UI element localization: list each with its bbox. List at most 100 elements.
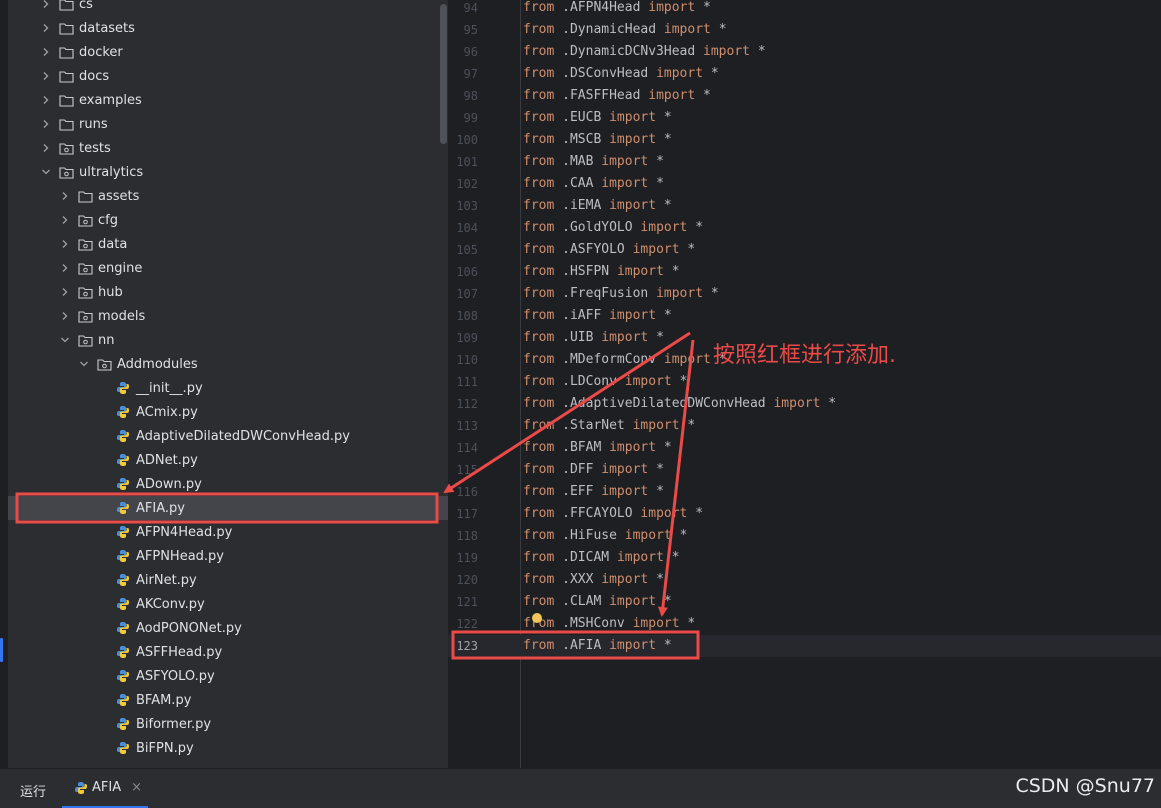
chevron-right-icon[interactable] (41, 47, 51, 57)
tree-folder-item[interactable]: assets (8, 184, 448, 208)
python-file-icon (116, 477, 132, 491)
tree-folder-item[interactable]: nn (8, 328, 448, 352)
chevron-down-icon[interactable] (60, 335, 70, 345)
module-name: .CAA (562, 176, 594, 191)
code-text: from .LDConv import * (523, 371, 687, 393)
code-line[interactable]: 123 from .AFIA import * (448, 635, 1161, 657)
code-line[interactable]: 96 from .DynamicDCNv3Head import * (448, 41, 1161, 63)
tree-folder-item[interactable]: cfg (8, 208, 448, 232)
tree-folder-item[interactable]: cs (8, 0, 448, 16)
code-line[interactable]: 115 from .DFF import * (448, 459, 1161, 481)
run-tab-afia[interactable]: AFIA × (62, 769, 148, 808)
line-number: 95 (463, 23, 478, 37)
tree-file-item[interactable]: Biformer.py (8, 712, 448, 736)
tree-folder-item[interactable]: engine (8, 256, 448, 280)
tree-file-item[interactable]: BFAM.py (8, 688, 448, 712)
tree-file-item[interactable]: AKConv.py (8, 592, 448, 616)
code-line[interactable]: 102 from .CAA import * (448, 173, 1161, 195)
tree-file-item[interactable]: BiFPN.py (8, 736, 448, 760)
tree-folder-item[interactable]: examples (8, 88, 448, 112)
code-line[interactable]: 99 from .EUCB import * (448, 107, 1161, 129)
code-line[interactable]: 94 from .AFPN4Head import * (448, 0, 1161, 19)
code-line[interactable]: 105 from .ASFYOLO import * (448, 239, 1161, 261)
chevron-down-icon[interactable] (41, 167, 51, 177)
code-line[interactable]: 117 from .FFCAYOLO import * (448, 503, 1161, 525)
tree-folder-item[interactable]: docs (8, 64, 448, 88)
line-number: 107 (456, 287, 478, 301)
chevron-right-icon[interactable] (60, 311, 70, 321)
tree-folder-item[interactable]: ultralytics (8, 160, 448, 184)
code-line[interactable]: 122 from .MSHConv import * (448, 613, 1161, 635)
code-line[interactable]: 112 from .AdaptiveDilatedDWConvHead impor… (448, 393, 1161, 415)
project-tree[interactable]: cs datasets docker docs examples runs tests ult… (8, 0, 448, 768)
tree-item-label: docs (79, 68, 110, 84)
code-line[interactable]: 106 from .HSFPN import * (448, 261, 1161, 283)
python-file-icon (116, 621, 132, 635)
code-text: from .MDeformConv import * (523, 349, 727, 371)
tree-file-item[interactable]: AdaptiveDilatedDWConvHead.py (8, 424, 448, 448)
chevron-right-icon[interactable] (41, 23, 51, 33)
tree-file-item[interactable]: ADNet.py (8, 448, 448, 472)
chevron-right-icon[interactable] (60, 287, 70, 297)
python-file-icon (116, 549, 132, 563)
chevron-right-icon[interactable] (41, 0, 51, 9)
code-line[interactable]: 95 from .DynamicHead import * (448, 19, 1161, 41)
code-line[interactable]: 104 from .GoldYOLO import * (448, 217, 1161, 239)
tree-scrollbar[interactable] (440, 4, 447, 144)
chevron-down-icon[interactable] (79, 359, 89, 369)
run-tool-label[interactable]: 运行 (20, 781, 46, 800)
code-editor[interactable]: 94 from .AFPN4Head import * 95 from .Dynami… (448, 0, 1161, 768)
tree-folder-item[interactable]: docker (8, 40, 448, 64)
tree-folder-item[interactable]: models (8, 304, 448, 328)
chevron-right-icon[interactable] (60, 215, 70, 225)
tree-file-item[interactable]: AFIA.py (8, 496, 448, 520)
code-line[interactable]: 111 from .LDConv import * (448, 371, 1161, 393)
tree-folder-item[interactable]: datasets (8, 16, 448, 40)
module-name: .DynamicHead (562, 22, 657, 37)
tree-folder-item[interactable]: runs (8, 112, 448, 136)
chevron-right-icon[interactable] (60, 191, 70, 201)
tree-folder-item[interactable]: data (8, 232, 448, 256)
tree-file-item[interactable]: __init__.py (8, 376, 448, 400)
tree-file-item[interactable]: ASFYOLO.py (8, 664, 448, 688)
chevron-right-icon[interactable] (60, 263, 70, 273)
tree-file-item[interactable]: AFPNHead.py (8, 544, 448, 568)
code-line[interactable]: 120 from .XXX import * (448, 569, 1161, 591)
line-number: 120 (456, 573, 478, 587)
chevron-right-icon[interactable] (41, 71, 51, 81)
tree-folder-item[interactable]: tests (8, 136, 448, 160)
chevron-right-icon[interactable] (41, 143, 51, 153)
line-number: 114 (456, 441, 478, 455)
wildcard-star: * (656, 462, 664, 477)
code-line[interactable]: 108 from .iAFF import * (448, 305, 1161, 327)
chevron-right-icon[interactable] (41, 95, 51, 105)
tree-file-item[interactable]: AFPN4Head.py (8, 520, 448, 544)
tree-folder-item[interactable]: Addmodules (8, 352, 448, 376)
code-line[interactable]: 121 from .CLAM import * (448, 591, 1161, 613)
code-line[interactable]: 101 from .MAB import * (448, 151, 1161, 173)
keyword-import: import (609, 594, 657, 609)
tree-file-item[interactable]: AodPONONet.py (8, 616, 448, 640)
code-line[interactable]: 107 from .FreqFusion import * (448, 283, 1161, 305)
close-icon[interactable]: × (131, 780, 142, 795)
code-line[interactable]: 114 from .BFAM import * (448, 437, 1161, 459)
code-line[interactable]: 119 from .DICAM import * (448, 547, 1161, 569)
code-line[interactable]: 97 from .DSConvHead import * (448, 63, 1161, 85)
code-line[interactable]: 98 from .FASFFHead import * (448, 85, 1161, 107)
chevron-right-icon[interactable] (60, 239, 70, 249)
code-line[interactable]: 103 from .iEMA import * (448, 195, 1161, 217)
chevron-right-icon[interactable] (41, 119, 51, 129)
tree-folder-item[interactable]: hub (8, 280, 448, 304)
tree-file-item[interactable]: ACmix.py (8, 400, 448, 424)
code-line[interactable]: 116 from .EFF import * (448, 481, 1161, 503)
tree-file-item[interactable]: AirNet.py (8, 568, 448, 592)
tree-file-item[interactable]: ASFFHead.py (8, 640, 448, 664)
wildcard-star: * (703, 0, 711, 15)
tree-file-item[interactable]: ADown.py (8, 472, 448, 496)
line-number: 94 (463, 1, 478, 15)
code-line[interactable]: 118 from .HiFuse import * (448, 525, 1161, 547)
code-line[interactable]: 100 from .MSCB import * (448, 129, 1161, 151)
code-line[interactable]: 113 from .StarNet import * (448, 415, 1161, 437)
package-folder-icon (97, 357, 113, 371)
lightbulb-icon[interactable] (532, 613, 542, 623)
